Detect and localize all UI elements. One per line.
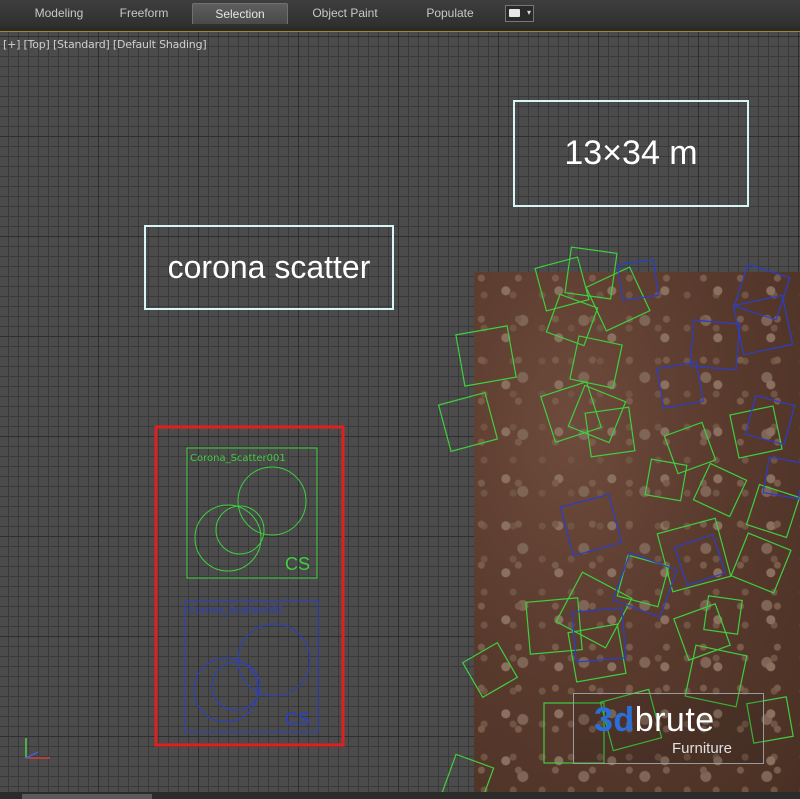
brand-watermark: 3dbrute Furniture xyxy=(573,693,764,764)
brand-suffix: brute xyxy=(634,701,715,739)
corona-scatter-001-badge: CS xyxy=(285,554,310,574)
bottom-scrollbar[interactable] xyxy=(0,792,800,799)
scrollbar-thumb[interactable] xyxy=(22,794,152,799)
corona-scatter-002-badge: CS xyxy=(285,709,310,729)
corona-scatter-001-helper[interactable]: Corona_Scatter001 CS xyxy=(186,447,318,579)
corona-scatter-001-name: Corona_Scatter001 xyxy=(190,453,286,464)
brand-logo: 3dbrute xyxy=(594,700,715,740)
axis-tripod-icon xyxy=(25,738,50,759)
blue-instance-squares xyxy=(559,258,800,663)
brand-category: Furniture xyxy=(672,740,733,757)
corona-scatter-002-helper[interactable]: Corona_Scatter002 CS xyxy=(184,600,319,733)
scatter-overlay: Corona_Scatter001 CS Corona_Scatter002 C… xyxy=(25,246,800,799)
brand-prefix: 3d xyxy=(594,701,635,739)
corona-scatter-002-name: Corona_Scatter002 xyxy=(188,605,284,616)
selection-rectangle xyxy=(154,425,345,747)
